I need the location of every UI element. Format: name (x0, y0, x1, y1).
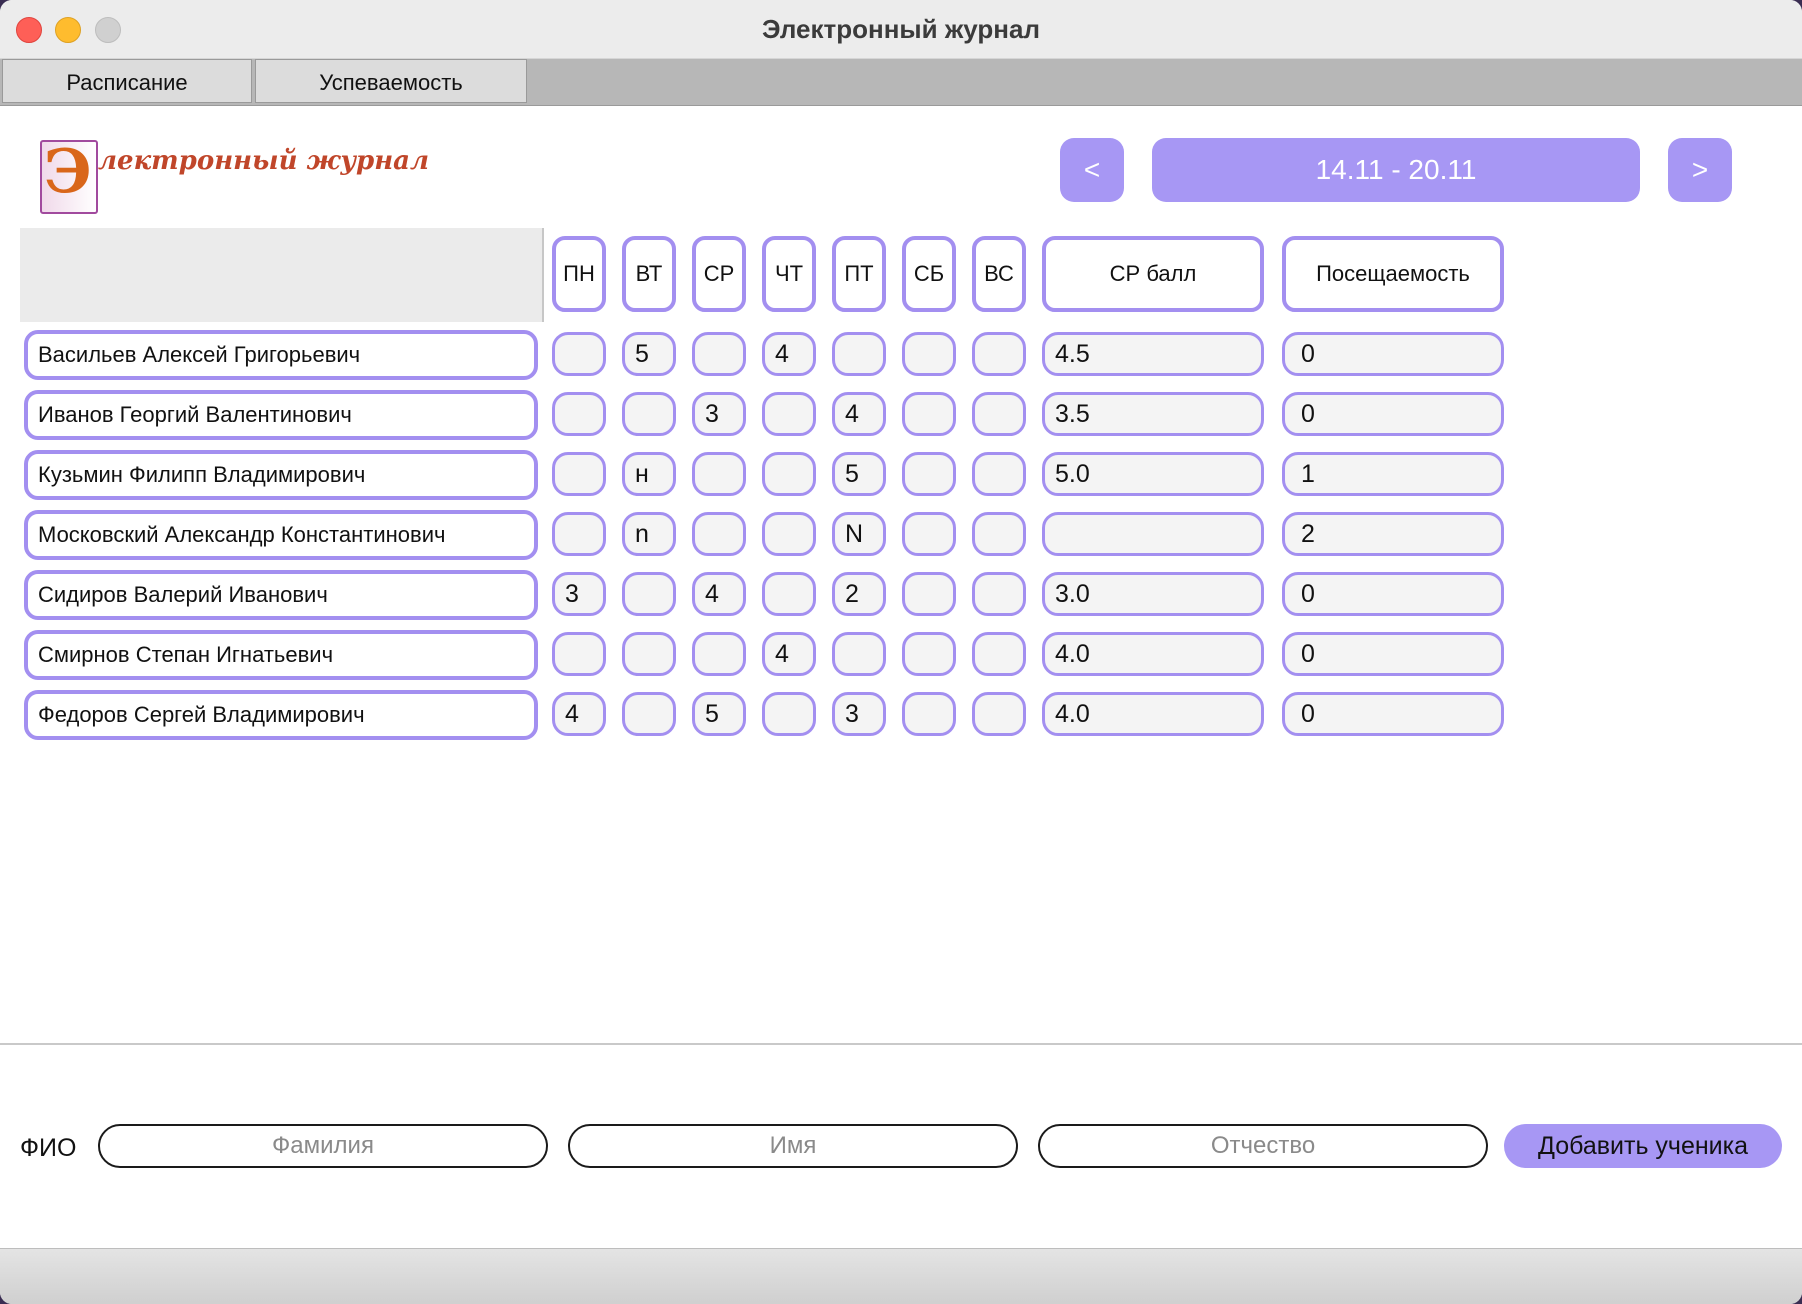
grade-cell[interactable] (622, 632, 676, 676)
grade-cell[interactable] (902, 692, 956, 736)
grade-cell[interactable]: 4 (552, 692, 606, 736)
day-header: ЧТ (762, 236, 816, 312)
grade-cell[interactable]: н (622, 452, 676, 496)
day-header: ВТ (622, 236, 676, 312)
grade-cell[interactable]: 4 (762, 632, 816, 676)
student-name-field[interactable]: Кузьмин Филипп Владимирович (24, 450, 538, 500)
logo-text: лектронный журнал (98, 146, 430, 176)
grade-cell[interactable] (692, 332, 746, 376)
grade-cell[interactable] (552, 632, 606, 676)
student-name-field[interactable]: Иванов Георгий Валентинович (24, 390, 538, 440)
average-cell: 3.0 (1042, 572, 1264, 616)
grade-cell[interactable]: 2 (832, 572, 886, 616)
attendance-header: Посещаемость (1282, 236, 1504, 312)
title-bar: Электронный журнал (0, 0, 1802, 59)
average-cell: 5.0 (1042, 452, 1264, 496)
student-name-field[interactable]: Смирнов Степан Игнатьевич (24, 630, 538, 680)
grade-cell[interactable] (972, 572, 1026, 616)
day-header: СР (692, 236, 746, 312)
tab-schedule[interactable]: Расписание (2, 59, 252, 103)
grade-cell[interactable] (972, 392, 1026, 436)
attendance-cell: 1 (1282, 452, 1504, 496)
grade-cell[interactable] (552, 512, 606, 556)
grade-cell[interactable] (622, 392, 676, 436)
grade-cell[interactable] (552, 392, 606, 436)
student-name-field[interactable]: Федоров Сергей Владимирович (24, 690, 538, 740)
grade-cell[interactable]: 3 (552, 572, 606, 616)
grade-cell[interactable] (902, 332, 956, 376)
grade-cell[interactable] (972, 692, 1026, 736)
add-student-button[interactable]: Добавить ученика (1504, 1124, 1782, 1168)
grade-cell[interactable] (902, 512, 956, 556)
average-cell: 4.5 (1042, 332, 1264, 376)
grade-cell[interactable]: 5 (622, 332, 676, 376)
logo-letter: Э (44, 137, 92, 207)
surname-input[interactable] (98, 1124, 548, 1168)
tab-performance[interactable]: Успеваемость (255, 59, 527, 103)
grade-cell[interactable] (692, 512, 746, 556)
grade-cell[interactable] (762, 512, 816, 556)
day-header: ПН (552, 236, 606, 312)
previous-week-button[interactable]: < (1060, 138, 1124, 202)
grade-cell[interactable] (832, 632, 886, 676)
grade-cell[interactable] (692, 452, 746, 496)
table-corner (20, 228, 544, 322)
grade-cell[interactable] (762, 692, 816, 736)
grade-cell[interactable]: 3 (692, 392, 746, 436)
grade-cell[interactable] (972, 512, 1026, 556)
attendance-cell: 0 (1282, 392, 1504, 436)
attendance-cell: 0 (1282, 692, 1504, 736)
grade-cell[interactable] (552, 332, 606, 376)
bottom-bar (0, 1248, 1802, 1304)
attendance-cell: 0 (1282, 332, 1504, 376)
grade-cell[interactable] (552, 452, 606, 496)
grade-cell[interactable]: 4 (832, 392, 886, 436)
patronymic-input[interactable] (1038, 1124, 1488, 1168)
window-title: Электронный журнал (762, 14, 1040, 44)
average-cell: 4.0 (1042, 632, 1264, 676)
day-header: СБ (902, 236, 956, 312)
grade-cell[interactable] (762, 572, 816, 616)
grade-cell[interactable] (692, 632, 746, 676)
average-cell (1042, 512, 1264, 556)
grade-cell[interactable] (762, 392, 816, 436)
average-header: СР балл (1042, 236, 1264, 312)
grade-cell[interactable]: 5 (832, 452, 886, 496)
day-header: ВС (972, 236, 1026, 312)
fio-label: ФИО (20, 1134, 77, 1162)
grade-cell[interactable]: n (622, 512, 676, 556)
day-header: ПТ (832, 236, 886, 312)
grade-cell[interactable]: 4 (762, 332, 816, 376)
average-cell: 3.5 (1042, 392, 1264, 436)
student-name-field[interactable]: Сидиров Валерий Иванович (24, 570, 538, 620)
grade-cell[interactable] (972, 332, 1026, 376)
divider (0, 1043, 1802, 1045)
grade-cell[interactable] (972, 632, 1026, 676)
grade-cell[interactable]: 3 (832, 692, 886, 736)
grade-cell[interactable] (902, 572, 956, 616)
attendance-cell: 0 (1282, 632, 1504, 676)
app-window: Электронный журнал Расписание Успеваемос… (0, 0, 1802, 1304)
week-range-label: 14.11 - 20.11 (1152, 138, 1640, 202)
grade-cell[interactable] (832, 332, 886, 376)
grade-cell[interactable] (762, 452, 816, 496)
next-week-button[interactable]: > (1668, 138, 1732, 202)
grade-cell[interactable]: 4 (692, 572, 746, 616)
tab-bar: Расписание Успеваемость (0, 59, 1802, 106)
grade-cell[interactable] (622, 692, 676, 736)
grade-cell[interactable]: 5 (692, 692, 746, 736)
attendance-cell: 0 (1282, 572, 1504, 616)
student-name-field[interactable]: Московский Александр Константинович (24, 510, 538, 560)
average-cell: 4.0 (1042, 692, 1264, 736)
first-name-input[interactable] (568, 1124, 1018, 1168)
attendance-cell: 2 (1282, 512, 1504, 556)
grade-cell[interactable]: N (832, 512, 886, 556)
app-logo: Э лектронный журнал (38, 137, 429, 214)
grade-cell[interactable] (622, 572, 676, 616)
grade-cell[interactable] (902, 392, 956, 436)
grade-cell[interactable] (902, 452, 956, 496)
student-name-field[interactable]: Васильев Алексей Григорьевич (24, 330, 538, 380)
grade-cell[interactable] (902, 632, 956, 676)
grade-cell[interactable] (972, 452, 1026, 496)
